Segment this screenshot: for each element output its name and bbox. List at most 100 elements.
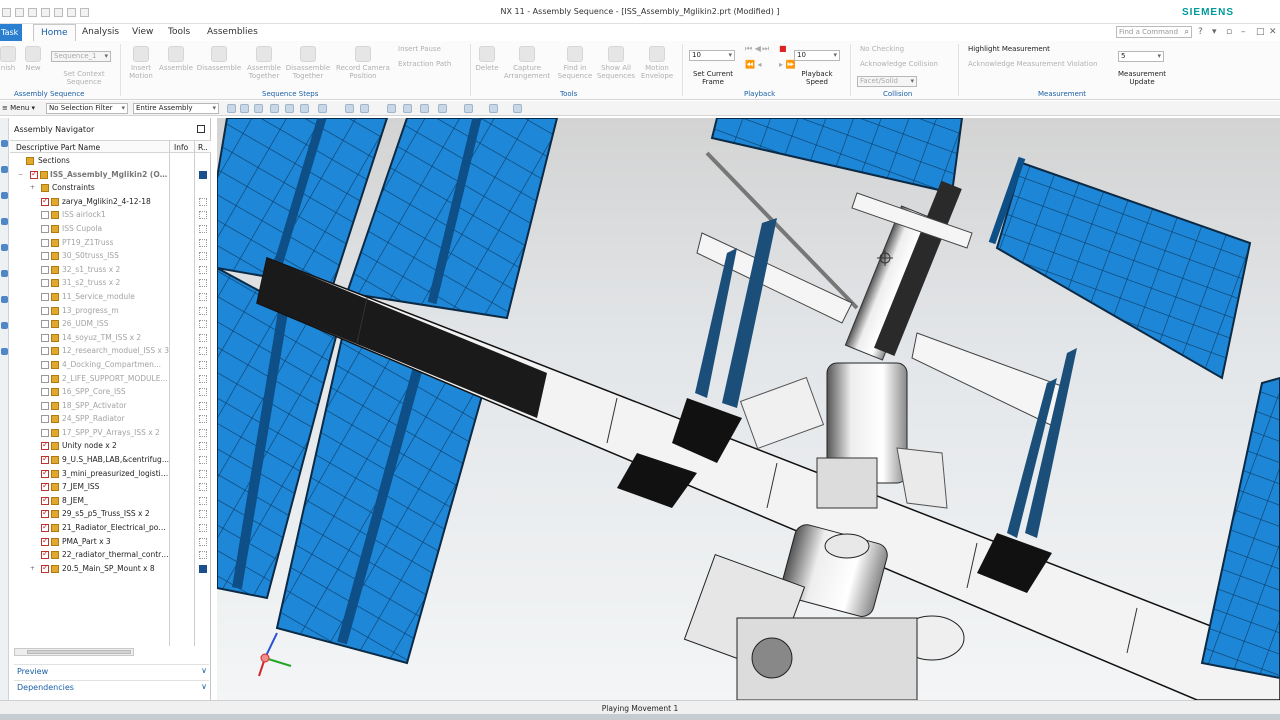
visibility-checkbox[interactable]	[41, 238, 49, 247]
visibility-checkbox[interactable]	[41, 292, 49, 301]
graphics-viewport[interactable]	[217, 118, 1280, 700]
tree-component[interactable]: PT19_Z1Truss	[10, 236, 211, 250]
column-descriptive-part-name[interactable]: Descriptive Part Name	[16, 143, 100, 152]
visibility-checkbox[interactable]	[41, 306, 49, 315]
close-icon[interactable]: ✕	[1269, 27, 1277, 37]
tree-folder[interactable]: Sections	[10, 154, 211, 168]
tab-assemblies[interactable]: Assemblies	[207, 27, 258, 37]
orient-icon[interactable]	[438, 104, 447, 113]
fit-icon[interactable]	[387, 104, 396, 113]
tree-root-assembly[interactable]: − ISS_Assembly_Mglikin2 (Orde...	[10, 167, 211, 182]
visibility-checkbox[interactable]	[41, 438, 49, 452]
tree-component[interactable]: 14_soyuz_TM_ISS x 2	[10, 331, 211, 345]
assemble-button[interactable]: Assemble	[158, 46, 194, 72]
render-icon[interactable]	[464, 104, 473, 113]
tree-component[interactable]: 26_UDM_ISS	[10, 317, 211, 331]
tree-component[interactable]: ISS airlock1	[10, 208, 211, 222]
tree-component[interactable]: +20.5_Main_SP_Mount x 8	[10, 561, 211, 576]
rotate-icon[interactable]	[420, 104, 429, 113]
visibility-checkbox[interactable]	[41, 520, 49, 534]
capture-arrangement-button[interactable]: Capture Arrangement	[503, 46, 551, 80]
visibility-checkbox[interactable]	[41, 428, 49, 437]
new-sequence-button[interactable]: New	[22, 46, 44, 72]
visibility-checkbox[interactable]	[41, 333, 49, 342]
maximize-panel-icon[interactable]	[197, 125, 205, 133]
tree-component[interactable]: 31_s2_truss x 2	[10, 276, 211, 290]
shaded-icon[interactable]	[360, 104, 369, 113]
insert-pause-button[interactable]: Insert Pause	[398, 45, 441, 53]
playback-speed-input[interactable]: 10	[794, 50, 840, 61]
pick-icon[interactable]	[300, 104, 309, 113]
visibility-checkbox[interactable]	[41, 320, 49, 329]
tab-analysis[interactable]: Analysis	[82, 27, 119, 37]
record-camera-position-button[interactable]: Record Camera Position	[334, 46, 392, 80]
visibility-checkbox[interactable]	[41, 194, 49, 207]
scope-select[interactable]: Entire Assembly	[133, 103, 219, 114]
navigator-icon[interactable]	[1, 140, 8, 147]
visibility-checkbox[interactable]	[41, 224, 49, 233]
constraint-icon[interactable]	[1, 166, 8, 173]
minimize-icon[interactable]: –	[1241, 27, 1246, 37]
preview-panel[interactable]: Preview ∨	[14, 664, 209, 678]
visibility-checkbox[interactable]	[41, 493, 49, 506]
set-current-frame-button[interactable]: Set Current Frame	[688, 70, 738, 86]
tree-component[interactable]: 21_Radiator_Electrical_pow...	[10, 520, 211, 535]
maximize-icon[interactable]: □	[1256, 27, 1265, 37]
forward-icon[interactable]: ▸ ⏩	[779, 60, 796, 69]
visibility-checkbox[interactable]	[41, 506, 49, 520]
history-icon[interactable]	[1, 218, 8, 225]
part-icon[interactable]	[1, 192, 8, 199]
tree-component[interactable]: 12_research_moduel_ISS x 3	[10, 344, 211, 358]
tab-view[interactable]: View	[132, 27, 153, 37]
tree-component[interactable]: zarya_Mglikin2_4-12-18	[10, 194, 211, 209]
selection-filter-select[interactable]: No Selection Filter	[46, 103, 128, 114]
tree-component[interactable]: 32_s1_truss x 2	[10, 263, 211, 277]
no-checking-select[interactable]: No Checking	[860, 45, 904, 53]
disassemble-together-button[interactable]: Disassemble Together	[284, 46, 332, 80]
zoom-icon[interactable]	[403, 104, 412, 113]
highlight-measurement-button[interactable]: Highlight Measurement	[968, 45, 1050, 53]
visibility-checkbox[interactable]	[41, 401, 49, 410]
motion-envelope-button[interactable]: Motion Envelope	[636, 46, 678, 80]
visibility-checkbox[interactable]	[41, 547, 49, 561]
visibility-checkbox[interactable]	[41, 534, 49, 547]
restore-icon[interactable]: ▫	[1226, 27, 1232, 37]
help-icon[interactable]: ?	[1198, 27, 1203, 37]
tree-component[interactable]: 29_s5_p5_Truss_ISS x 2	[10, 506, 211, 521]
tree-component[interactable]: 13_progress_m	[10, 304, 211, 318]
visibility-checkbox[interactable]	[41, 211, 49, 220]
tab-home[interactable]: Home	[33, 24, 76, 41]
tab-task[interactable]: Task	[0, 24, 22, 41]
horizontal-scrollbar[interactable]	[14, 648, 134, 656]
visibility-checkbox[interactable]	[41, 479, 49, 493]
acknowledge-measurement-violation-button[interactable]: Acknowledge Measurement Violation	[968, 60, 1097, 68]
visibility-checkbox[interactable]	[41, 347, 49, 356]
tree-component[interactable]: 17_SPP_PV_Arrays_ISS x 2	[10, 426, 211, 440]
process-icon[interactable]	[1, 322, 8, 329]
delete-button[interactable]: Delete	[474, 46, 500, 72]
column-r[interactable]: R..	[198, 143, 208, 152]
assemble-together-button[interactable]: Assemble Together	[243, 46, 285, 80]
stop-icon[interactable]: ■	[779, 44, 787, 53]
sequence-icon[interactable]	[1, 348, 8, 355]
tree-constraints[interactable]: + Constraints	[10, 181, 211, 195]
deselect-icon[interactable]	[285, 104, 294, 113]
find-command-input[interactable]: Find a Command ⌕	[1116, 26, 1192, 38]
tree-component[interactable]: 24_SPP_Radiator	[10, 412, 211, 426]
insert-motion-button[interactable]: Insert Motion	[124, 46, 158, 80]
facet-solid-select[interactable]: Facet/Solid	[857, 76, 917, 87]
finish-button[interactable]: nish	[0, 46, 16, 72]
tree-component[interactable]: 2_LIFE_SUPPORT_MODULE...	[10, 372, 211, 386]
visibility-checkbox[interactable]	[41, 388, 49, 397]
web-icon[interactable]	[1, 244, 8, 251]
disassemble-button[interactable]: Disassemble	[196, 46, 242, 72]
expand-icon[interactable]: +	[30, 562, 35, 576]
section-icon[interactable]	[489, 104, 498, 113]
tree-component[interactable]: 22_radiator_thermal_contro...	[10, 547, 211, 562]
tree-component[interactable]: 9_U.S_HAB,LAB,&centrifug...	[10, 452, 211, 467]
find-in-sequence-button[interactable]: Find in Sequence	[556, 46, 594, 80]
library-icon[interactable]	[1, 270, 8, 277]
box-select-icon[interactable]	[318, 104, 327, 113]
show-all-sequences-button[interactable]: Show All Sequences	[594, 46, 638, 80]
step-back-icon[interactable]: ⏪ ◂	[745, 60, 762, 69]
